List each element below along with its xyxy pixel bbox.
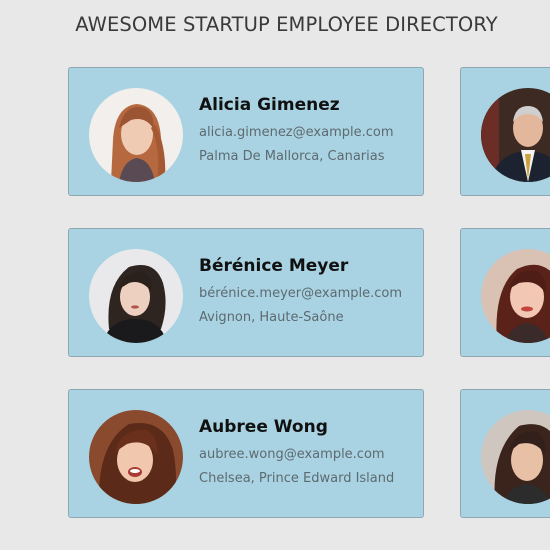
avatar-photo-icon <box>481 88 550 182</box>
employee-card[interactable]: Alicia Gimenez alicia.gimenez@example.co… <box>68 67 424 196</box>
avatar-photo-icon <box>89 249 183 343</box>
page-title: AWESOME STARTUP EMPLOYEE DIRECTORY <box>75 13 498 36</box>
employee-card[interactable]: Aubree Wong aubree.wong@example.com Chel… <box>68 389 424 518</box>
employee-location: Chelsea, Prince Edward Island <box>199 471 395 486</box>
employee-avatar[interactable] <box>89 249 183 343</box>
employee-card[interactable] <box>460 67 550 196</box>
employee-card[interactable]: Bérénice Meyer bérénice.meyer@example.co… <box>68 228 424 357</box>
avatar-photo-icon <box>481 249 550 343</box>
employee-directory-page: AWESOME STARTUP EMPLOYEE DIRECTORY Alici… <box>0 0 550 550</box>
employee-location: Palma De Mallorca, Canarias <box>199 149 385 164</box>
employee-email: alicia.gimenez@example.com <box>199 125 394 140</box>
employee-avatar[interactable] <box>481 88 550 182</box>
employee-avatar[interactable] <box>89 88 183 182</box>
employee-name[interactable]: Alicia Gimenez <box>199 95 340 115</box>
employee-email: bérénice.meyer@example.com <box>199 286 402 301</box>
employee-name[interactable]: Bérénice Meyer <box>199 256 348 276</box>
employee-card[interactable] <box>460 228 550 357</box>
employee-email: aubree.wong@example.com <box>199 447 385 462</box>
employee-name[interactable]: Aubree Wong <box>199 417 328 437</box>
avatar-photo-icon <box>89 410 183 504</box>
employee-avatar[interactable] <box>89 410 183 504</box>
avatar-photo-icon <box>89 88 183 182</box>
employee-avatar[interactable] <box>481 410 550 504</box>
avatar-photo-icon <box>481 410 550 504</box>
employee-location: Avignon, Haute-Saône <box>199 310 344 325</box>
employee-card[interactable] <box>460 389 550 518</box>
employee-avatar[interactable] <box>481 249 550 343</box>
